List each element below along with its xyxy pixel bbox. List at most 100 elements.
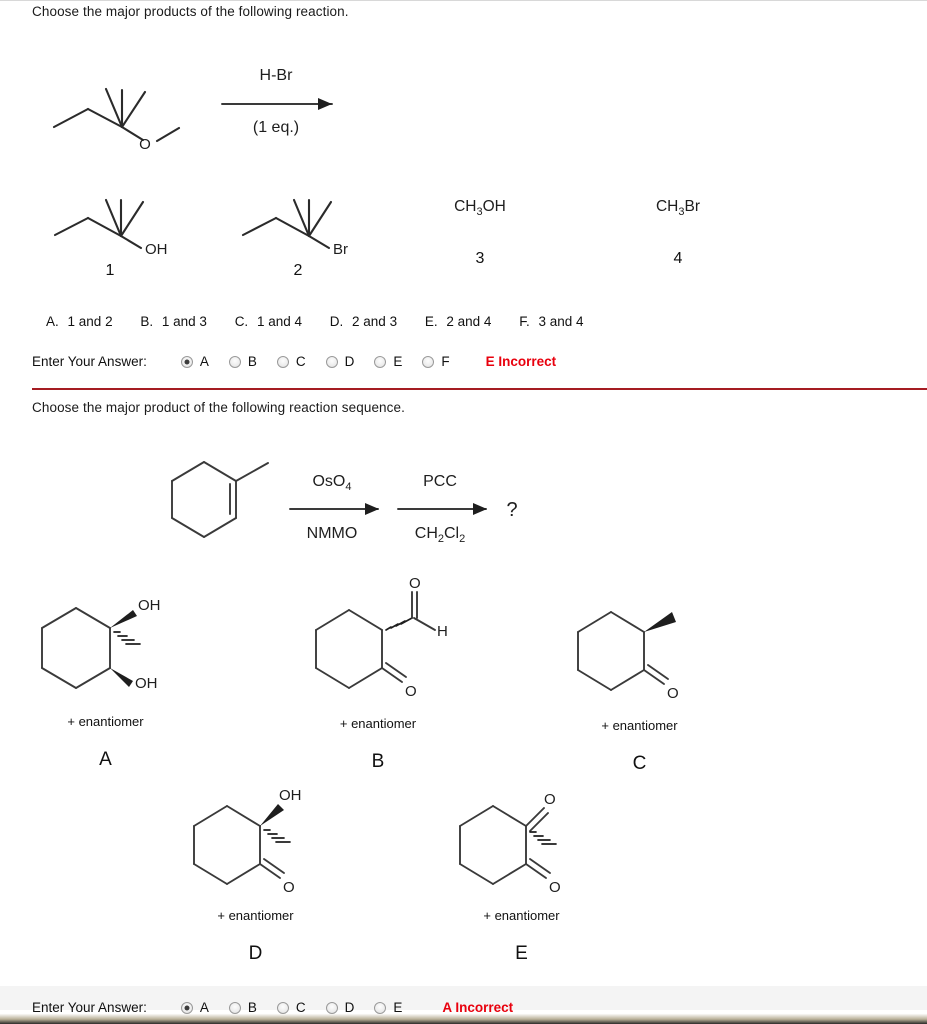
choice-f[interactable]: F. 3 and 4	[519, 314, 583, 329]
product-3: CH3OH 3	[410, 198, 550, 268]
radio-option-b[interactable]: B	[228, 354, 257, 369]
choice-f-letter: F.	[519, 314, 530, 329]
answer-label: Enter Your Answer:	[32, 354, 147, 369]
question-1-verdict: E Incorrect	[485, 354, 557, 369]
step1-reagent-bottom: NMMO	[307, 525, 358, 542]
question-1-reaction-scheme: O H-Br (1 eq.)	[36, 52, 356, 153]
choice-b-text: 1 and 3	[161, 314, 207, 329]
product-question-mark: ?	[506, 499, 517, 521]
radio-option-f[interactable]: F	[422, 354, 450, 369]
step2-reagent-bottom: CH2Cl2	[415, 525, 465, 545]
product-1-svg: OH	[53, 198, 168, 258]
question-2: Choose the major product of the followin…	[0, 396, 927, 1024]
structure-d-enantiomer: + enantiomer	[217, 908, 294, 923]
radio-c-label: C	[295, 354, 306, 369]
structure-d-ketone-o: O	[283, 879, 295, 896]
choice-a-text: 1 and 2	[67, 314, 113, 329]
reagent-bottom-label: (1 eq.)	[253, 119, 299, 136]
structure-a-oh-bottom: OH	[135, 675, 158, 692]
product-3-formula: CH3OH	[410, 198, 550, 218]
structure-d-oh: OH	[279, 787, 302, 804]
structure-b-svg: O O H	[315, 575, 448, 700]
structure-d-hash-methyl	[263, 829, 291, 843]
reagent-top-label: H-Br	[260, 67, 294, 84]
atom-label-oxygen: O	[139, 136, 151, 153]
choice-c-letter: C.	[234, 314, 249, 329]
structure-c-letter: C	[632, 753, 647, 774]
product-4-number: 4	[673, 250, 683, 268]
product-2-br-label: Br	[333, 241, 348, 258]
radio-option-d[interactable]: D	[325, 354, 354, 369]
structure-d-letter: D	[248, 943, 263, 964]
product-3-formula-oh: OH	[482, 198, 506, 215]
structure-option-e[interactable]: O O + enantiomer E	[444, 786, 599, 965]
radio-e-input[interactable]	[374, 355, 387, 368]
step2-reagent-top: PCC	[423, 473, 457, 490]
structure-b-enantiomer: + enantiomer	[339, 716, 417, 731]
radio-f-label: F	[441, 354, 450, 369]
radio-a-label: A	[199, 354, 209, 369]
structure-option-b[interactable]: O O H + enantiomer B	[298, 572, 458, 773]
radio-d-input[interactable]	[325, 355, 338, 368]
radio-option-c[interactable]: C	[276, 354, 306, 369]
structure-a-hash-methyl	[113, 631, 141, 645]
structure-e-hash-methyl	[529, 831, 557, 845]
structure-d-svg: OH O	[193, 787, 302, 896]
choice-f-text: 3 and 4	[538, 314, 584, 329]
choice-d-text: 2 and 3	[352, 314, 398, 329]
radio-f-input[interactable]	[422, 355, 435, 368]
structure-e-ketone-o-top: O	[544, 791, 556, 808]
radio-a-input[interactable]	[180, 355, 193, 368]
reaction-1-svg: O H-Br (1 eq.)	[52, 67, 333, 153]
product-2-number: 2	[293, 262, 303, 279]
question-2-reaction-scheme: OsO4 NMMO PCC CH2Cl2 ?	[160, 448, 550, 548]
radio-option-e[interactable]: E	[374, 354, 402, 369]
choice-e-letter: E.	[424, 314, 438, 329]
reaction-2-svg: OsO4 NMMO PCC CH2Cl2 ?	[171, 461, 518, 545]
choice-d[interactable]: D. 2 and 3	[330, 314, 397, 329]
structure-e-ketone-o-bottom: O	[549, 879, 561, 896]
choice-a-letter: A.	[46, 314, 59, 329]
question-1-prompt: Choose the major products of the followi…	[32, 4, 349, 19]
choice-d-letter: D.	[329, 314, 344, 329]
radio-b-input[interactable]	[228, 355, 241, 368]
choice-b[interactable]: B. 1 and 3	[140, 314, 207, 329]
bottom-clip-shadow	[0, 1008, 927, 1024]
structure-b-ketone-o: O	[405, 683, 417, 700]
choice-c[interactable]: C. 1 and 4	[235, 314, 302, 329]
product-2: Br 2	[228, 180, 378, 280]
question-1: Choose the major products of the followi…	[0, 0, 927, 392]
product-4-formula-ch: CH	[655, 198, 679, 215]
step1-reagent-top: OsO4	[312, 473, 351, 493]
radio-option-a[interactable]: A	[180, 354, 209, 369]
structure-a-enantiomer: + enantiomer	[67, 714, 144, 729]
choice-a[interactable]: A. 1 and 2	[46, 314, 113, 329]
radio-e-label: E	[393, 354, 403, 369]
structure-a-oh-top: OH	[138, 597, 161, 614]
structure-option-c[interactable]: O + enantiomer C	[562, 596, 717, 775]
structure-e-enantiomer: + enantiomer	[483, 908, 560, 923]
choice-c-text: 1 and 4	[256, 314, 302, 329]
product-4: CH3Br 4	[608, 198, 748, 268]
choice-e[interactable]: E. 2 and 4	[425, 314, 492, 329]
structure-e-letter: E	[515, 943, 528, 964]
radio-b-label: B	[247, 354, 257, 369]
question-1-answer-row: Enter Your Answer: A B C D E F E Incorre…	[32, 354, 556, 369]
product-3-number: 3	[475, 250, 485, 268]
structure-c-svg: O	[577, 611, 679, 702]
product-1-number: 1	[105, 262, 115, 279]
product-1-oh-label: OH	[145, 241, 168, 258]
structure-b-aldehyde-h: H	[437, 623, 448, 640]
question-divider	[32, 388, 927, 390]
structure-b-aldehyde-o: O	[409, 575, 421, 592]
structure-e-svg: O O	[459, 791, 561, 896]
choice-b-letter: B.	[140, 314, 154, 329]
product-3-formula-ch: CH	[454, 198, 477, 215]
choice-e-text: 2 and 4	[446, 314, 492, 329]
structure-option-d[interactable]: OH O + enantiomer D	[178, 786, 333, 965]
structure-c-ketone-o: O	[667, 685, 679, 702]
radio-c-input[interactable]	[276, 355, 289, 368]
answer-radio-group: A B C D E F	[161, 354, 450, 369]
question-1-choices: A. 1 and 2 B. 1 and 3 C. 1 and 4 D. 2 an…	[46, 314, 584, 329]
structure-option-a[interactable]: OH OH + enantiomer A	[28, 592, 183, 771]
